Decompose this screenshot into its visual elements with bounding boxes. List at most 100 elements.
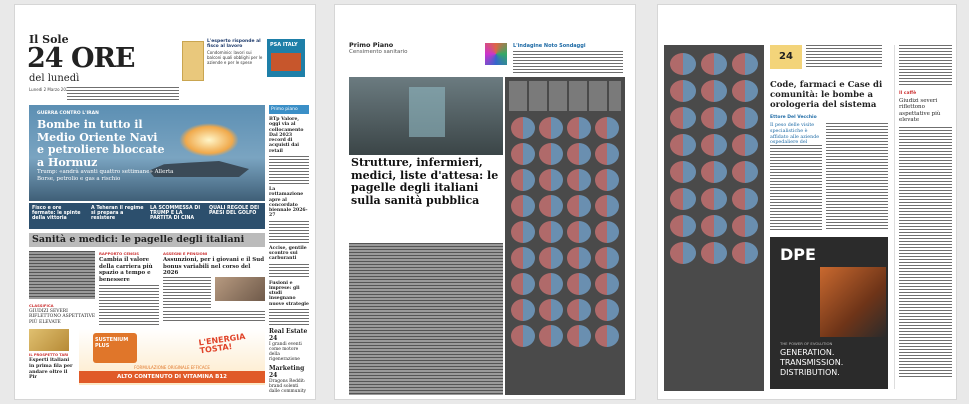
pie-chart [567,169,591,191]
col-a-body [99,285,159,325]
pie-chart [701,188,727,210]
inner-page-code-farmaci[interactable]: 24 Code, farmaci e Case di comunità: le … [657,4,957,400]
survey-intro [513,51,623,73]
dpe-ad-image [820,267,886,337]
right-tag: Primo piano [269,105,309,114]
pie-chart [539,247,563,269]
pie-chart [670,134,696,156]
dpe-ad[interactable]: DPE THE POWER OF EVOLUTION GENERATION. T… [770,237,888,389]
dpe-line-2: TRANSMISSION. [780,358,844,367]
logo-mosaic-icon [485,43,507,65]
pie-chart [511,325,535,347]
masthead-logo: 24 ORE [27,43,136,74]
pie-chart [595,169,619,191]
pie-chart [567,325,591,347]
teaser-4[interactable]: QUALI REGOLE DEI PAESI DEL GOLFO [206,203,265,229]
masthead-info [67,87,179,101]
hero-title[interactable]: Bombe in tutto il Medio Oriente Navi e p… [37,118,167,170]
pie-chart [670,107,696,129]
dateline: Lunedì 2 Marzo 2026 [29,87,71,92]
top-bar-chart [509,81,621,111]
pie-chart [567,117,591,139]
pie-chart [539,195,563,217]
small-label: CLASSIFICA [29,303,54,308]
pie-chart [732,80,758,102]
pie-chart [567,221,591,243]
pie-chart [670,80,696,102]
side-story-3-body [269,263,309,278]
side-story-4[interactable]: Fusioni e imprese: gli studi insegnano n… [269,281,309,307]
pie-chart [595,247,619,269]
article-title[interactable]: Code, farmaci e Case di comunità: le bom… [770,80,888,110]
pie-chart [567,143,591,165]
right-sidebar: Il caffè Giudizi severi riflettono aspet… [894,45,952,389]
pie-chart [511,143,535,165]
col-b-title[interactable]: Assunzioni, per i giovani e il Sud bonus… [163,257,265,277]
pie-chart [732,242,758,264]
ad-banner: ALTO CONTENUTO DI VITAMINA B12 [79,371,265,383]
side-story-5[interactable]: Real Estate 24 [269,328,309,342]
pie-chart [595,143,619,165]
pie-chart [732,107,758,129]
pie-chart [732,134,758,156]
sidebar-title[interactable]: Giudizi severi riflettono aspettative pi… [899,98,952,123]
col-a-title[interactable]: Cambia il valore della carriera più spaz… [99,257,159,283]
teaser-1[interactable]: Fisco e ore fermate: le spinte della vit… [29,203,88,229]
pie-chart [567,195,591,217]
ad-slogan: L'ENERGIA TOSTA! [198,331,246,356]
psa-image [271,53,301,71]
psa-ad[interactable]: PSA ITALY [267,39,305,77]
pie-chart [595,195,619,217]
sidebar-section: Il caffè [899,91,917,96]
article-body [349,243,503,395]
side-story-2[interactable]: La rottamazione apre al concordato bienn… [269,187,309,219]
pie-chart [701,53,727,75]
pie-chart [511,247,535,269]
section-headline[interactable]: Sanità e medici: le pagelle degli italia… [29,233,265,247]
pie-chart [567,273,591,295]
bottom-title[interactable]: Esperti italiani in prima fila per andar… [29,357,75,381]
pie-grid [511,117,619,387]
pie-chart [511,117,535,139]
article-col-2 [826,123,888,231]
subsection-label: Censimento sanitario [349,49,408,55]
pie-chart [732,188,758,210]
pie-chart [511,221,535,243]
pie-chart [701,107,727,129]
promo-title[interactable]: L'esperto risponde al fisco al lavoro [207,39,263,50]
article-col-1 [770,145,822,231]
pie-chart [595,325,619,347]
pie-chart [732,161,758,183]
inner-page-sanita[interactable]: Primo Piano Censimento sanitario L'indag… [334,4,636,400]
promo-body: Condominio: lavori sui balconi quali obb… [207,50,263,65]
sidebar-text-top [899,45,952,85]
teaser-3[interactable]: LA SCOMMESSA DI TRUMP E LA PARTITA DI CI… [147,203,206,229]
pie-chart [595,299,619,321]
pie-chart [701,242,727,264]
side-story-1[interactable]: BTp Valore, oggi via al collocamento Dal… [269,117,309,154]
ad-brand: SUSTENIUM PLUS [95,337,129,349]
hospital-photo [349,77,503,155]
side-story-6[interactable]: Marketing 24 [269,365,309,379]
front-page[interactable]: Il Sole 24 ORE del lunedì Lunedì 2 Marzo… [14,4,316,400]
pie-chart [670,188,696,210]
side-story-1-body [269,155,309,184]
pie-chart [567,299,591,321]
highlight-text-block [29,251,95,299]
hero-photo[interactable]: GUERRA CONTRO L'IRAN Bombe in tutto il M… [29,105,265,201]
pie-chart [701,80,727,102]
teaser-strip: Fisco e ore fermate: le spinte della vit… [29,203,265,229]
sidebar-body [899,127,952,378]
main-title[interactable]: Strutture, infermieri, medici, liste d'a… [351,156,501,208]
sole24-badge: 24 [770,45,802,69]
pie-chart [511,273,535,295]
pie-chart [567,247,591,269]
teaser-2[interactable]: A Teheran il regime si prepara a resiste… [88,203,147,229]
byline: Ettore Del Vecchio [770,115,817,120]
small-title[interactable]: GIUDIZI SEVERI RIFLETTONO ASPETTATIVE PI… [29,309,97,325]
side-story-3[interactable]: Accise, gentile scontro sui carburanti [269,246,309,262]
dpe-line-3: DISTRIBUTION. [780,368,840,377]
pie-grid-left [670,53,758,383]
sustenium-ad[interactable]: SUSTENIUM PLUS L'ENERGIA TOSTA! FORMULAZ… [79,329,265,385]
pie-chart [595,221,619,243]
